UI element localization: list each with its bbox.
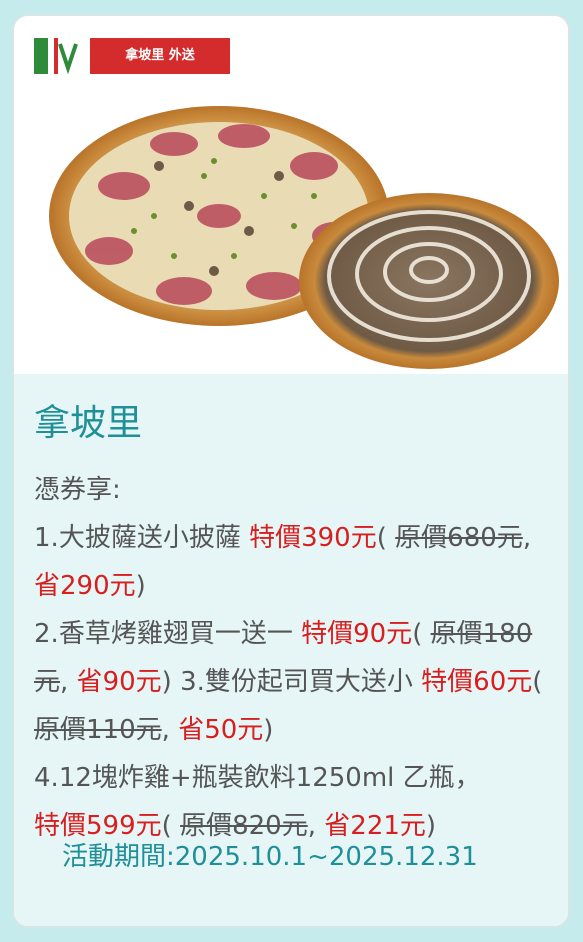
savings: 省221元 (324, 811, 426, 841)
store-title: 拿坡里 (34, 403, 143, 444)
special-price: 390元 (301, 523, 377, 553)
intro-text: 憑券享: (34, 475, 121, 505)
pizza-photo: 拿坡里 外送 (14, 16, 568, 374)
savings: 省290元 (34, 571, 136, 601)
special-price: 599元 (86, 811, 162, 841)
coupon-details: 拿坡里 憑券享: 1.大披薩送小披薩 特價390元( 原價680元, 省290元… (14, 374, 568, 926)
special-price-label: 特價 (301, 619, 354, 649)
special-price-label: 特價 (421, 667, 474, 697)
offer-description: 憑券享: 1.大披薩送小披薩 特價390元( 原價680元, 省290元) 2.… (34, 466, 554, 850)
savings: 省50元 (178, 715, 264, 745)
offer-item-4: 4.12塊炸雞+瓶裝飲料1250ml 乙瓶， 特價599元( 原價820元, 省2… (34, 763, 481, 841)
special-price-label: 特價 (249, 523, 302, 553)
special-price: 90元 (353, 619, 413, 649)
savings: 省90元 (76, 667, 162, 697)
original-price: 原價110元 (34, 715, 162, 745)
original-price: 原價680元 (395, 523, 523, 553)
offer-item-1: 1.大披薩送小披薩 特價390元( 原價680元, 省290元) (34, 523, 532, 601)
logo-text: 拿坡里 外送 (125, 48, 195, 63)
special-price: 60元 (473, 667, 533, 697)
coupon-card[interactable]: 拿坡里 外送 拿坡里 憑券享: 1.大披薩送小披薩 特價390元( 原價680元… (12, 14, 570, 928)
campaign-period: 活動期間:2025.10.1~2025.12.31 (62, 842, 478, 872)
special-price-label: 特價 (34, 811, 87, 841)
original-price: 原價820元 (180, 811, 308, 841)
